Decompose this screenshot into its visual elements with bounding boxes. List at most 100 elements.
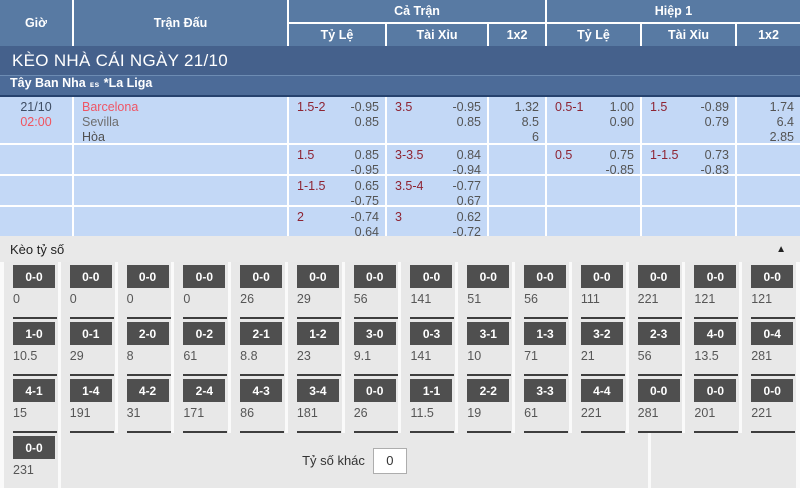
score-cell[interactable]: 0-00: [61, 262, 115, 319]
score-chip[interactable]: 0-0: [638, 265, 680, 288]
h1-overunder-cell[interactable]: 1.5-0.890.79: [642, 97, 735, 143]
odds-value[interactable]: 0.73: [705, 148, 729, 163]
score-chip[interactable]: 2-0: [127, 322, 169, 345]
score-cell[interactable]: 0-026: [345, 376, 399, 433]
score-cell[interactable]: 0-0141: [401, 262, 455, 319]
score-chip[interactable]: 3-2: [581, 322, 623, 345]
score-cell[interactable]: 0-0121: [742, 262, 796, 319]
score-chip[interactable]: 4-3: [240, 379, 282, 402]
score-chip[interactable]: 0-3: [410, 322, 452, 345]
score-chip[interactable]: 2-4: [183, 379, 225, 402]
ft-overunder-cell[interactable]: 3-3.50.84-0.94: [387, 145, 487, 174]
score-chip[interactable]: 1-3: [524, 322, 566, 345]
score-cell[interactable]: 4-115: [4, 376, 58, 433]
score-chip[interactable]: 0-0: [581, 265, 623, 288]
score-cell[interactable]: 0-029: [288, 262, 342, 319]
collapse-arrow-icon[interactable]: ▲: [776, 244, 786, 255]
score-chip[interactable]: 0-0: [183, 265, 225, 288]
score-cell[interactable]: 3-361: [515, 376, 569, 433]
score-chip[interactable]: 3-3: [524, 379, 566, 402]
score-chip[interactable]: 0-0: [297, 265, 339, 288]
score-chip[interactable]: 2-1: [240, 322, 282, 345]
score-chip[interactable]: 0-0: [240, 265, 282, 288]
odds-value[interactable]: 0.85: [457, 115, 481, 130]
score-cell[interactable]: 3-09.1: [345, 319, 399, 376]
ft-handicap-cell[interactable]: 1.50.85-0.95: [289, 145, 385, 174]
score-cell[interactable]: 0-056: [515, 262, 569, 319]
score-chip[interactable]: 3-1: [467, 322, 509, 345]
score-cell[interactable]: 0-051: [458, 262, 512, 319]
h1-handicap-cell[interactable]: 0.5-11.000.90: [547, 97, 640, 143]
score-cell[interactable]: 0-0121: [685, 262, 739, 319]
score-chip[interactable]: 0-0: [354, 265, 396, 288]
score-cell[interactable]: 4-386: [231, 376, 285, 433]
odds-value[interactable]: 1.32: [515, 100, 539, 115]
score-chip[interactable]: 0-0: [751, 379, 793, 402]
score-cell[interactable]: 0-4281: [742, 319, 796, 376]
ft-overunder-cell[interactable]: 3.5-0.950.85: [387, 97, 487, 143]
score-chip[interactable]: 4-4: [581, 379, 623, 402]
odds-value[interactable]: 0.90: [610, 115, 634, 130]
score-cell[interactable]: 1-111.5: [401, 376, 455, 433]
score-chip[interactable]: 0-0: [127, 265, 169, 288]
score-cell[interactable]: 1-4191: [61, 376, 115, 433]
ft-handicap-cell[interactable]: 2-0.740.64: [289, 207, 385, 236]
score-cell[interactable]: 0-3141: [401, 319, 455, 376]
ft-overunder-cell[interactable]: 3.5-4-0.770.67: [387, 176, 487, 205]
odds-value[interactable]: -0.95: [453, 100, 482, 115]
odds-value[interactable]: -0.74: [351, 210, 380, 225]
odds-value[interactable]: 0.65: [355, 179, 379, 194]
odds-value[interactable]: 0.85: [355, 148, 379, 163]
score-chip[interactable]: 1-1: [410, 379, 452, 402]
score-chip[interactable]: 0-0: [13, 436, 55, 459]
score-cell[interactable]: 0-0221: [742, 376, 796, 433]
score-chip[interactable]: 0-0: [410, 265, 452, 288]
odds-value[interactable]: -0.77: [453, 179, 482, 194]
score-chip[interactable]: 2-2: [467, 379, 509, 402]
score-chip[interactable]: 1-4: [70, 379, 112, 402]
score-cell[interactable]: 0-0201: [685, 376, 739, 433]
score-cell[interactable]: 0-056: [345, 262, 399, 319]
score-chip[interactable]: 0-2: [183, 322, 225, 345]
h1-1x2-cell[interactable]: 1.746.42.85: [737, 97, 800, 143]
score-chip[interactable]: 3-4: [297, 379, 339, 402]
odds-value[interactable]: -0.89: [701, 100, 730, 115]
score-cell[interactable]: 1-010.5: [4, 319, 58, 376]
odds-value[interactable]: 6: [532, 130, 539, 145]
odds-value[interactable]: 0.64: [355, 225, 379, 240]
score-cell[interactable]: 0-129: [61, 319, 115, 376]
score-chip[interactable]: 1-0: [13, 322, 55, 345]
score-cell[interactable]: 2-08: [118, 319, 172, 376]
odds-value[interactable]: 0.75: [610, 148, 634, 163]
home-team[interactable]: Barcelona: [82, 100, 287, 115]
h1-overunder-cell[interactable]: 1-1.50.73-0.83: [642, 145, 735, 174]
score-chip[interactable]: 0-0: [694, 379, 736, 402]
score-cell[interactable]: 2-356: [629, 319, 683, 376]
odds-value[interactable]: 8.5: [522, 115, 539, 130]
h1-handicap-cell[interactable]: 0.50.75-0.85: [547, 145, 640, 174]
odds-value[interactable]: 0.85: [355, 115, 379, 130]
score-cell[interactable]: 4-013.5: [685, 319, 739, 376]
score-chip[interactable]: 4-2: [127, 379, 169, 402]
score-cell[interactable]: 0-00: [118, 262, 172, 319]
score-cell[interactable]: 1-371: [515, 319, 569, 376]
score-chip[interactable]: 4-0: [694, 322, 736, 345]
score-chip[interactable]: 1-2: [297, 322, 339, 345]
score-cell[interactable]: 0-0221: [629, 262, 683, 319]
score-chip[interactable]: 0-0: [70, 265, 112, 288]
score-cell[interactable]: 3-221: [572, 319, 626, 376]
odds-value[interactable]: 0.62: [457, 210, 481, 225]
odds-value[interactable]: -0.95: [351, 100, 380, 115]
score-cell[interactable]: 2-219: [458, 376, 512, 433]
score-cell[interactable]: 3-110: [458, 319, 512, 376]
league-header[interactable]: Tây Ban Nha ᴇs *La Liga: [0, 76, 800, 97]
score-cell[interactable]: 0-026: [231, 262, 285, 319]
score-chip[interactable]: 0-0: [694, 265, 736, 288]
score-cell[interactable]: 2-18.8: [231, 319, 285, 376]
ft-handicap-cell[interactable]: 1.5-2-0.950.85: [289, 97, 385, 143]
away-team[interactable]: Sevilla: [82, 115, 287, 130]
score-cell[interactable]: 0-00: [174, 262, 228, 319]
odds-value[interactable]: 1.74: [770, 100, 794, 115]
score-cell[interactable]: 0-0 231: [4, 433, 58, 488]
odds-value[interactable]: -0.72: [453, 225, 482, 240]
